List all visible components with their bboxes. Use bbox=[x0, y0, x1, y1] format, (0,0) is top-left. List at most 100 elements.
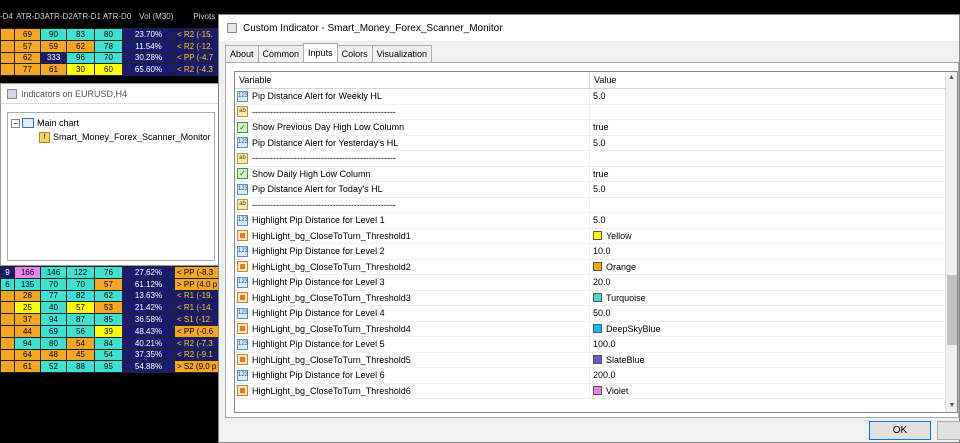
scanner-cell: 69 bbox=[14, 28, 41, 41]
tree-item-main-chart[interactable]: − Main chart bbox=[11, 116, 211, 130]
input-row[interactable]: 123 Highlight Pip Distance for Level 6 200… bbox=[235, 368, 957, 384]
input-row[interactable]: HighLight_bg_CloseToTurn_Threshold1 Yello… bbox=[235, 228, 957, 244]
scanner-cell: 6 bbox=[0, 277, 15, 291]
scanner-header: -D4 ATR-D3 ATR-D2 ATR-D1 ATR-D0 Vol (M30… bbox=[0, 12, 220, 26]
scanner-row: 37 94 87 85 36.58% < S1 (-12. bbox=[0, 313, 221, 326]
scanner-cell: 54 bbox=[94, 348, 123, 362]
custom-indicator-dialog: Custom Indicator - Smart_Money_Forex_Sca… bbox=[218, 14, 960, 443]
input-value-cell[interactable]: DeepSkyBlue bbox=[590, 322, 957, 337]
input-value-cell[interactable]: SlateBlue bbox=[590, 353, 957, 368]
input-row[interactable]: ab --------------------------------------… bbox=[235, 104, 957, 120]
text-icon: ab bbox=[237, 152, 248, 164]
scanner-cell: 84 bbox=[94, 336, 123, 350]
input-variable-cell: ab --------------------------------------… bbox=[235, 151, 590, 166]
cancel-button[interactable]: Car bbox=[937, 421, 960, 440]
indicators-window-title[interactable]: Indicators on EURUSD,H4 bbox=[1, 84, 219, 104]
input-row[interactable]: ab --------------------------------------… bbox=[235, 151, 957, 167]
input-value-cell[interactable]: true bbox=[590, 167, 957, 182]
tab-visualization[interactable]: Visualization bbox=[371, 45, 432, 62]
input-row[interactable]: HighLight_bg_CloseToTurn_Threshold5 Slate… bbox=[235, 352, 957, 368]
input-value-cell[interactable]: 50.0 bbox=[590, 306, 957, 321]
vertical-scrollbar[interactable]: ▲ ▼ bbox=[945, 72, 957, 412]
input-value-cell[interactable]: 10.0 bbox=[590, 244, 957, 259]
tab-colors[interactable]: Colors bbox=[336, 45, 373, 62]
tab-about[interactable]: About bbox=[225, 45, 259, 62]
tab-inputs[interactable]: Inputs bbox=[303, 43, 338, 62]
input-value-cell[interactable]: Turquoise bbox=[590, 291, 957, 306]
input-value-cell[interactable] bbox=[590, 105, 957, 120]
input-value-cell[interactable]: Violet bbox=[590, 384, 957, 399]
column-header-value[interactable]: Value bbox=[590, 72, 957, 88]
scanner-cell: 87 bbox=[66, 313, 95, 326]
input-name: Highlight Pip Distance for Level 4 bbox=[252, 308, 385, 319]
input-row[interactable]: HighLight_bg_CloseToTurn_Threshold4 DeepS… bbox=[235, 321, 957, 337]
input-value-cell[interactable]: 100.0 bbox=[590, 337, 957, 352]
inputs-panel: Variable Value 123 Pip Distance Alert for… bbox=[225, 62, 959, 418]
tab-common[interactable]: Common bbox=[257, 45, 305, 62]
dialog-title: Custom Indicator - Smart_Money_Forex_Sca… bbox=[243, 22, 503, 34]
scanner-cell: 53 bbox=[94, 301, 123, 315]
scanner-cell: 80 bbox=[40, 336, 67, 350]
input-row[interactable]: 123 Highlight Pip Distance for Level 4 50.… bbox=[235, 306, 957, 322]
scroll-thumb[interactable] bbox=[947, 275, 957, 345]
input-value-cell[interactable]: 200.0 bbox=[590, 368, 957, 383]
boolean-icon: ✓ bbox=[237, 121, 248, 133]
input-value-cell[interactable]: 5.0 bbox=[590, 182, 957, 197]
input-variable-cell: 123 Highlight Pip Distance for Level 2 bbox=[235, 244, 590, 259]
input-row[interactable]: 123 Highlight Pip Distance for Level 3 20.… bbox=[235, 275, 957, 291]
input-row[interactable]: 123 Highlight Pip Distance for Level 1 5.0 bbox=[235, 213, 957, 229]
input-value: 5.0 bbox=[593, 137, 606, 148]
input-row[interactable]: ✓ Show Previous Day High Low Column true bbox=[235, 120, 957, 136]
scanner-cell: 61.12% bbox=[122, 277, 175, 291]
color-swatch bbox=[593, 355, 602, 365]
scanner-cell bbox=[0, 301, 15, 315]
scanner-cell: 60 bbox=[94, 63, 123, 77]
scanner-grid-bottom: 9 166 146 122 76 27.62% < PP (-8.3 6 135 70 70 57 61… bbox=[0, 266, 221, 374]
scroll-down-icon[interactable]: ▼ bbox=[946, 400, 957, 412]
input-row[interactable]: ✓ Show Daily High Low Column true bbox=[235, 166, 957, 182]
input-value-cell[interactable]: true bbox=[590, 120, 957, 135]
scanner-cell: 11.54% bbox=[122, 39, 175, 53]
scanner-cell bbox=[0, 336, 15, 350]
input-value-cell[interactable]: Orange bbox=[590, 260, 957, 275]
input-row[interactable]: HighLight_bg_CloseToTurn_Threshold6 Viole… bbox=[235, 383, 957, 399]
input-name: ----------------------------------------… bbox=[252, 153, 396, 164]
collapse-icon[interactable]: − bbox=[11, 118, 20, 128]
ok-button[interactable]: OK bbox=[869, 421, 931, 440]
input-row[interactable]: 123 Pip Distance Alert for Weekly HL 5.0 bbox=[235, 89, 957, 105]
scanner-cell: 62 bbox=[94, 289, 123, 303]
number-icon: 123 bbox=[237, 307, 248, 319]
input-value-cell[interactable]: 5.0 bbox=[590, 136, 957, 151]
scanner-row: 77 61 30 60 65.60% < R2 (-4.3 bbox=[0, 63, 221, 77]
scanner-cell: 40 bbox=[40, 301, 67, 315]
input-row[interactable]: 123 Pip Distance Alert for Yesterday's HL… bbox=[235, 135, 957, 151]
scanner-cell: 57 bbox=[94, 277, 123, 291]
input-value-cell[interactable]: Yellow bbox=[590, 229, 957, 244]
input-value-cell[interactable]: 20.0 bbox=[590, 275, 957, 290]
scanner-cell: 37 bbox=[14, 313, 41, 326]
tree-item-indicator[interactable]: f Smart_Money_Forex_Scanner_Monitor bbox=[11, 130, 211, 144]
scanner-cell: 61 bbox=[40, 63, 67, 77]
scanner-cell: 88 bbox=[66, 360, 95, 374]
color-icon bbox=[237, 261, 248, 273]
number-icon: 123 bbox=[237, 214, 248, 226]
scanner-cell: 28 bbox=[14, 289, 41, 303]
input-row[interactable]: HighLight_bg_CloseToTurn_Threshold3 Turqu… bbox=[235, 290, 957, 306]
input-row[interactable]: 123 Highlight Pip Distance for Level 2 10.… bbox=[235, 244, 957, 260]
input-value-cell[interactable] bbox=[590, 198, 957, 213]
header-col: ATR-D1 bbox=[72, 12, 101, 21]
header-col: ATR-D0 bbox=[102, 12, 132, 21]
input-row[interactable]: HighLight_bg_CloseToTurn_Threshold2 Orang… bbox=[235, 259, 957, 275]
column-header-variable[interactable]: Variable bbox=[235, 72, 590, 88]
input-value: 200.0 bbox=[593, 370, 616, 381]
dialog-title-bar[interactable]: Custom Indicator - Smart_Money_Forex_Sca… bbox=[219, 15, 959, 41]
input-row[interactable]: 123 Pip Distance Alert for Today's HL 5.0 bbox=[235, 182, 957, 198]
input-row[interactable]: ab --------------------------------------… bbox=[235, 197, 957, 213]
input-value-cell[interactable]: 5.0 bbox=[590, 89, 957, 104]
scroll-up-icon[interactable]: ▲ bbox=[946, 72, 957, 84]
input-name: HighLight_bg_CloseToTurn_Threshold2 bbox=[252, 261, 411, 272]
input-value-cell[interactable] bbox=[590, 151, 957, 166]
input-row[interactable]: 123 Highlight Pip Distance for Level 5 100… bbox=[235, 337, 957, 353]
input-value-cell[interactable]: 5.0 bbox=[590, 213, 957, 228]
header-col: Vol (M30) bbox=[139, 12, 174, 21]
